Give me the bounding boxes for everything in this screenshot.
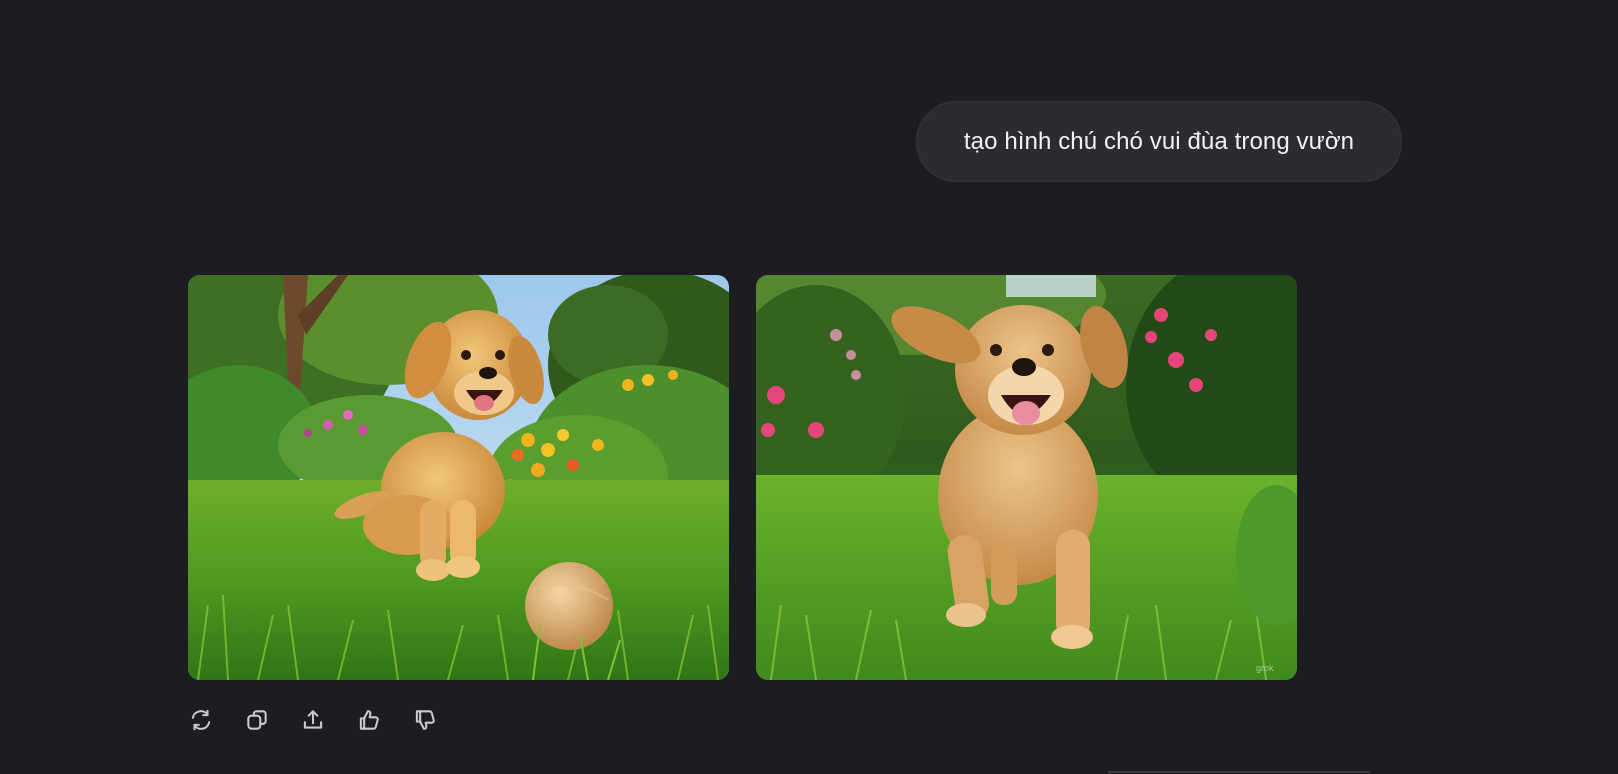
generated-image-2[interactable]: grok bbox=[756, 275, 1297, 680]
copy-icon bbox=[247, 710, 267, 730]
chat-page: tạo hình chú chó vui đùa trong vườn grok bbox=[0, 0, 1618, 774]
golden-retriever-running-image: grok bbox=[756, 275, 1297, 680]
share-icon bbox=[303, 710, 323, 729]
share-button[interactable] bbox=[298, 705, 328, 735]
copy-button[interactable] bbox=[242, 705, 272, 735]
thumbs-up-icon bbox=[359, 710, 379, 730]
golden-retriever-puppy-with-ball-image bbox=[188, 275, 729, 680]
thumbs-down-icon bbox=[415, 710, 435, 730]
response-action-bar bbox=[186, 703, 440, 737]
svg-text:grok: grok bbox=[1256, 663, 1274, 673]
thumbs-down-button[interactable] bbox=[410, 705, 440, 735]
user-message-text: tạo hình chú chó vui đùa trong vườn bbox=[963, 127, 1355, 155]
regenerate-button[interactable] bbox=[186, 705, 216, 735]
generated-image-1[interactable] bbox=[188, 275, 729, 680]
composer-edge bbox=[1108, 771, 1370, 773]
regenerate-icon bbox=[191, 709, 211, 731]
user-message-bubble: tạo hình chú chó vui đùa trong vườn bbox=[916, 101, 1402, 182]
thumbs-up-button[interactable] bbox=[354, 705, 384, 735]
